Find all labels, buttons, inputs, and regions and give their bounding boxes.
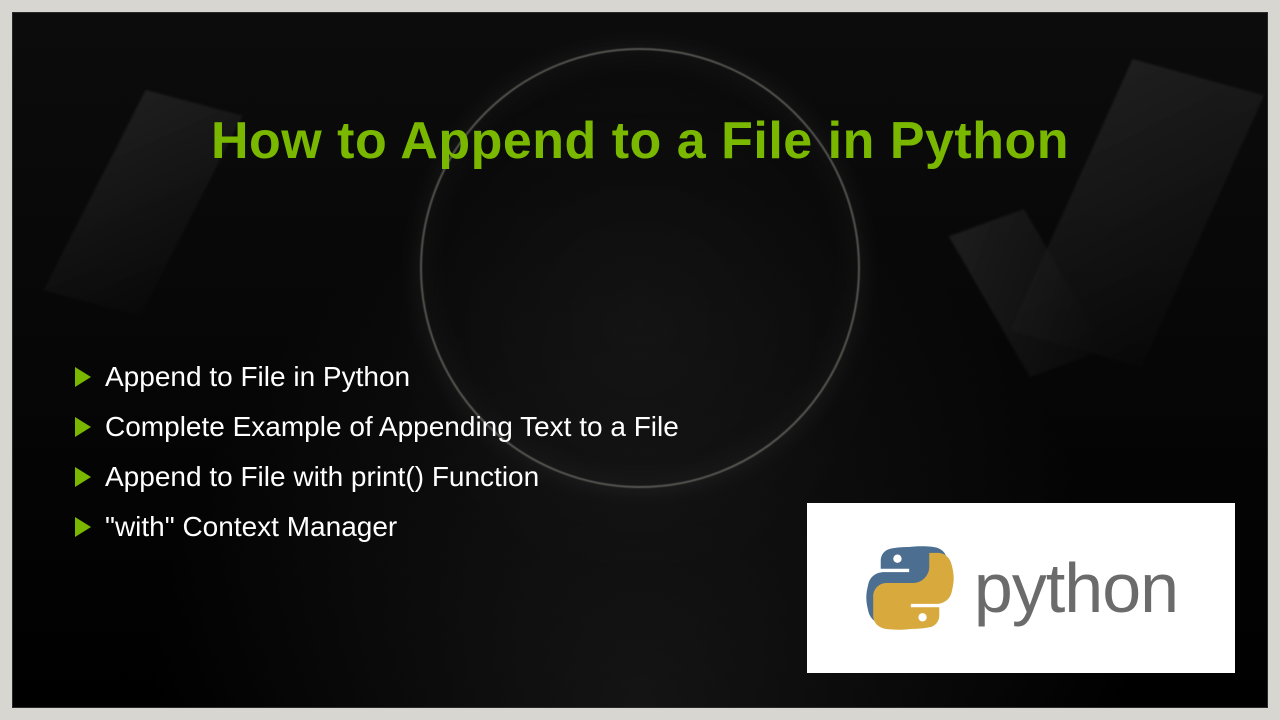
bullet-icon <box>75 417 91 437</box>
bullet-icon <box>75 517 91 537</box>
list-item: Append to File with print() Function <box>75 461 679 493</box>
slide-title: How to Append to a File in Python <box>13 111 1267 171</box>
bullet-text: "with" Context Manager <box>105 511 397 543</box>
bullet-text: Append to File with print() Function <box>105 461 539 493</box>
bullet-icon <box>75 367 91 387</box>
python-logo-card: python <box>807 503 1235 673</box>
python-logo-icon <box>864 542 956 634</box>
bullet-list: Append to File in Python Complete Exampl… <box>75 361 679 561</box>
bullet-text: Append to File in Python <box>105 361 410 393</box>
bullet-text: Complete Example of Appending Text to a … <box>105 411 679 443</box>
bullet-icon <box>75 467 91 487</box>
list-item: Complete Example of Appending Text to a … <box>75 411 679 443</box>
list-item: Append to File in Python <box>75 361 679 393</box>
list-item: "with" Context Manager <box>75 511 679 543</box>
python-wordmark: python <box>974 548 1178 628</box>
slide: How to Append to a File in Python Append… <box>12 12 1268 708</box>
